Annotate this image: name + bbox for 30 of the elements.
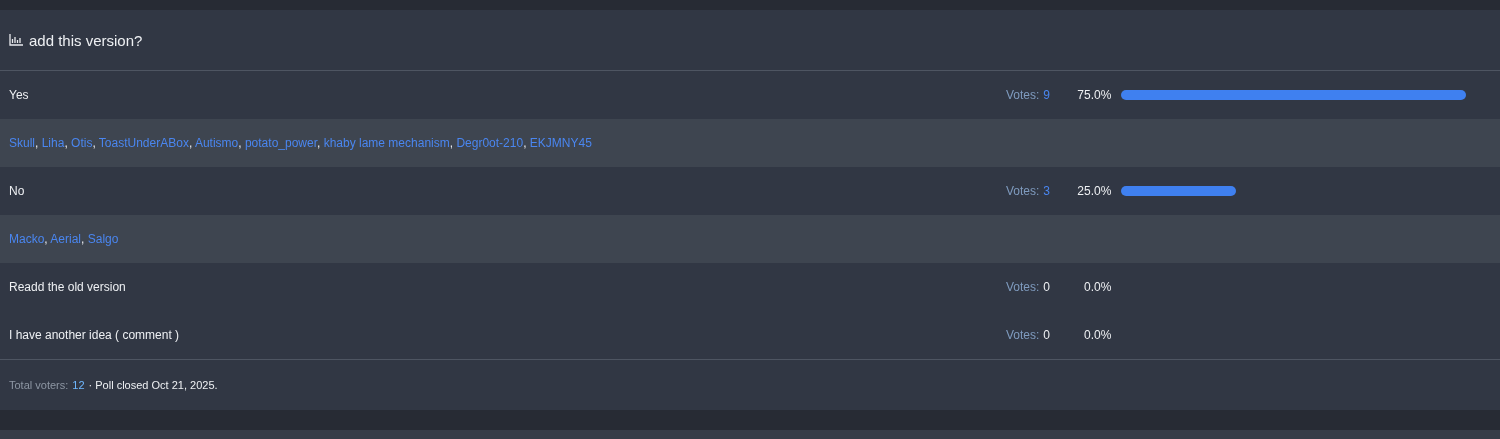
voter-link[interactable]: Salgo — [87, 232, 119, 246]
voter-link[interactable]: khaby lame mechanism — [323, 136, 450, 150]
bar-chart-icon — [9, 34, 23, 46]
votes-count: 0 — [1043, 280, 1052, 294]
option-label: No — [9, 184, 26, 198]
votes-count-link[interactable]: 9 — [1043, 88, 1060, 102]
poll-title: add this version? — [29, 31, 143, 49]
voter-list: Macko, Aerial, Salgo — [9, 232, 119, 246]
vote-percent: 75.0% — [1076, 88, 1112, 102]
total-voters-count: 12 — [72, 379, 85, 391]
voter-link[interactable]: Skull — [9, 136, 35, 150]
votes-label: Votes: — [1006, 328, 1040, 342]
votes-count-link[interactable]: 3 — [1043, 184, 1060, 198]
votes-count: 0 — [1043, 328, 1052, 342]
voter-link[interactable]: potato_power — [244, 136, 317, 150]
vote-percent: 0.0% — [1083, 328, 1112, 342]
votes-label: Votes: — [1006, 184, 1040, 198]
votes-label: Votes: — [1006, 280, 1040, 294]
vote-percent: 0.0% — [1083, 280, 1112, 294]
voter-list: Skull, Liha, Otis, ToastUnderABox, Autismo, potato_power, khaby lame mechanism, Degr0ot-210, EKJMNY45 — [9, 136, 592, 150]
option-label: I have another idea ( comment ) — [9, 328, 181, 342]
option-label: Yes — [9, 88, 30, 102]
poll-status: · Poll closed Oct 21, 2025. — [88, 379, 218, 391]
option-label: Readd the old version — [9, 280, 127, 294]
voter-link[interactable]: EKJMNY45 — [529, 136, 592, 150]
voter-link[interactable]: ToastUnderABox — [98, 136, 189, 150]
total-voters-label: Total voters: — [9, 379, 69, 391]
voter-link[interactable]: Aerial — [50, 232, 82, 246]
votes-label: Votes: — [1006, 88, 1040, 102]
vote-percent: 25.0% — [1076, 184, 1112, 198]
